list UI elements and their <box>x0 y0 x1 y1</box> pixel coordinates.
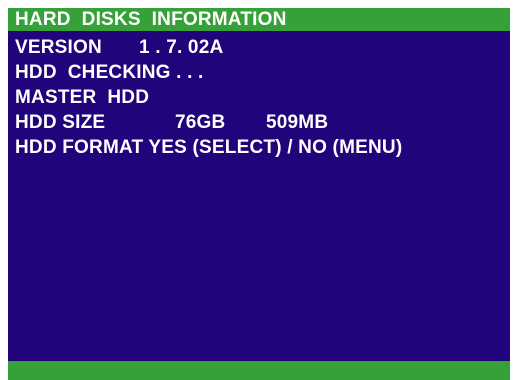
hdd-status-text: HDD CHECKING . . . <box>15 62 204 83</box>
format-prompt[interactable]: HDD FORMAT YES (SELECT) / NO (MENU) <box>15 137 402 159</box>
version-value: 1 . 7. 02A <box>139 37 224 58</box>
hdd-size-row: HDD SIZE 76GB 509MB <box>15 112 328 222</box>
version-label: VERSION <box>15 37 102 58</box>
hdd-size-gb: 76GB <box>175 112 226 133</box>
hdd-size-mb: 509MB <box>266 112 329 133</box>
page-title: HARD DISKS INFORMATION <box>15 9 287 30</box>
osd-screen: HARD DISKS INFORMATION VERSION 1 . 7. 02… <box>8 8 510 380</box>
master-hdd-label: MASTER HDD <box>15 87 150 108</box>
bottom-status-bar <box>8 361 510 380</box>
title-bar: HARD DISKS INFORMATION <box>8 8 510 31</box>
hdd-size-label: HDD SIZE <box>15 112 106 133</box>
